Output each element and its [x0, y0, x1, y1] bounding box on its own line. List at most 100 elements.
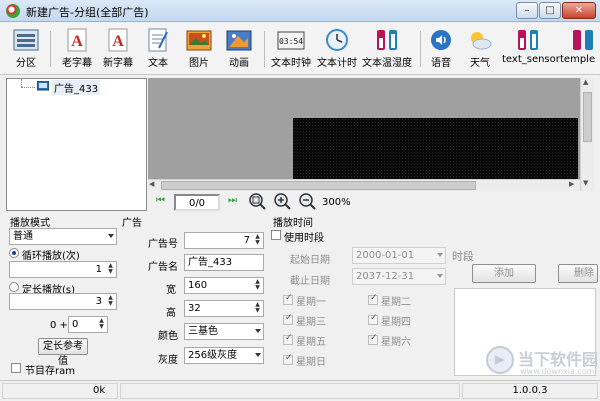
led-screen-preview [293, 118, 578, 179]
sunday-checkbox[interactable]: ✓ [283, 353, 293, 365]
start-date-label: 起始日期 [290, 255, 330, 266]
toolbar-text-sensor-button[interactable]: text_sensor [502, 25, 560, 73]
status-version: 1.0.0.3 [462, 383, 598, 399]
start-date-value: 2000-01-01 [356, 250, 415, 261]
maximize-button[interactable]: □ [539, 2, 561, 19]
toolbar-animation-button[interactable]: 动画 [220, 25, 258, 73]
thursday-checkbox[interactable]: ✓ [368, 313, 378, 325]
toolbar-partition-button[interactable]: 分区 [6, 25, 46, 73]
zoom-in-icon[interactable] [274, 193, 292, 214]
scroll-right-icon[interactable]: ▶ [569, 180, 574, 188]
play-mode-title: 播放模式 [10, 218, 50, 229]
color-select[interactable]: 三基色 [184, 323, 264, 340]
first-page-icon[interactable]: ⏮ [156, 195, 165, 206]
color-label: 颜色 [158, 331, 178, 342]
end-date-picker[interactable]: 2037-12-31 [352, 268, 446, 285]
chevron-down-icon [255, 329, 261, 333]
monday-checkbox[interactable]: ✓ [283, 293, 293, 305]
toolbar-picture-button[interactable]: 图片 [180, 25, 218, 73]
last-page-icon[interactable]: ⏭ [228, 195, 237, 206]
scroll-thumb[interactable] [583, 92, 592, 142]
toolbar-text-button[interactable]: 文本 [139, 25, 177, 73]
voice-icon [428, 28, 454, 52]
preview-vertical-scrollbar[interactable]: ▲ ▼ [580, 78, 594, 191]
loop-play-label: 循环播放(次) [22, 251, 80, 262]
use-period-checkbox[interactable] [271, 230, 281, 240]
toolbar-old-subtitle-button[interactable]: A 老字幕 [57, 25, 97, 73]
chevron-down-icon [437, 274, 443, 278]
scroll-left-icon[interactable]: ◀ [149, 180, 154, 188]
offset-stepper[interactable]: 0 ▲ ▼ [68, 316, 108, 333]
offset-value: 0 [72, 319, 79, 330]
spinner-arrows-icon[interactable]: ▲ ▼ [97, 318, 106, 331]
spinner-arrows-icon[interactable]: ▲ ▼ [253, 234, 262, 247]
spinner-arrows-icon[interactable]: ▲ ▼ [253, 302, 262, 315]
loop-count-stepper[interactable]: 1 ▲ ▼ [9, 261, 117, 278]
svg-text:A: A [71, 33, 83, 50]
spinner-arrows-icon[interactable]: ▲ ▼ [106, 295, 115, 308]
close-button[interactable]: ✕ [562, 2, 596, 19]
title-bar: 新建广告-分组(全部广告) – □ ✕ [0, 0, 600, 22]
app-logo-icon [6, 4, 20, 18]
fixed-duration-stepper[interactable]: 3 ▲ ▼ [9, 293, 117, 310]
add-period-button[interactable]: 添加 [472, 264, 536, 283]
tuesday-checkbox[interactable]: ✓ [368, 293, 378, 305]
toolbar-label: 新字幕 [103, 58, 133, 69]
spinner-arrows-icon[interactable]: ▲ ▼ [253, 279, 262, 292]
grayscale-select[interactable]: 256级灰度 [184, 347, 264, 364]
old-subtitle-icon: A [64, 28, 90, 52]
ad-name-input[interactable]: 广告_433 [184, 254, 264, 271]
thursday-label: 星期四 [381, 317, 411, 328]
checkmark-icon: ✓ [370, 313, 378, 323]
play-mode-select[interactable]: 普通 [9, 228, 117, 245]
friday-checkbox[interactable]: ✓ [283, 333, 293, 345]
toolbar-label: 语音 [431, 58, 451, 69]
toolbar-template-button[interactable]: temple [558, 25, 600, 73]
ad-number-stepper[interactable]: 7 ▲ ▼ [184, 232, 264, 249]
loop-play-radio[interactable] [9, 248, 19, 258]
toolbar-text-clock-button[interactable]: 03:54 文本时钟 [269, 25, 313, 73]
wednesday-checkbox[interactable]: ✓ [283, 313, 293, 325]
toolbar-text-temp-humidity-button[interactable]: 文本温湿度 [361, 25, 413, 73]
toolbar-voice-button[interactable]: 语音 [424, 25, 458, 73]
zoom-out-icon[interactable] [299, 193, 317, 214]
minimize-button[interactable]: – [516, 2, 538, 19]
toolbar-label: 动画 [229, 58, 249, 69]
sunday-label: 星期日 [296, 357, 326, 368]
toolbar-text-timer-button[interactable]: 文本计时 [315, 25, 359, 73]
checkmark-icon: ✓ [285, 333, 293, 343]
width-stepper[interactable]: 160 ▲ ▼ [184, 277, 264, 294]
preview-horizontal-scrollbar[interactable]: ◀ ▶ [148, 179, 580, 191]
period-label: 时段 [452, 250, 474, 263]
fixed-play-radio[interactable] [9, 282, 19, 292]
zoom-fit-icon[interactable] [249, 193, 267, 214]
toolbar-label: 老字幕 [62, 58, 92, 69]
scroll-thumb[interactable] [161, 181, 476, 190]
chevron-down-icon [437, 253, 443, 257]
grayscale-value: 256级灰度 [188, 350, 238, 361]
chevron-down-icon [108, 234, 114, 238]
new-subtitle-icon: A [105, 28, 131, 52]
window-title: 新建广告-分组(全部广告) [26, 6, 149, 19]
delete-period-button[interactable]: 删除 [558, 264, 598, 283]
spinner-arrows-icon[interactable]: ▲ ▼ [106, 263, 115, 276]
start-date-picker[interactable]: 2000-01-01 [352, 247, 446, 264]
scroll-up-icon[interactable]: ▲ [583, 78, 588, 86]
checkmark-icon: ✓ [285, 353, 293, 363]
toolbar-label: 图片 [189, 58, 209, 69]
schedule-title: 播放时间 [273, 218, 313, 229]
height-stepper[interactable]: 32 ▲ ▼ [184, 300, 264, 317]
save-ram-checkbox[interactable] [11, 363, 21, 373]
tree-node-ad[interactable]: 广告_433 [52, 80, 101, 95]
toolbar-weather-button[interactable]: 天气 [462, 25, 498, 73]
program-tree[interactable]: 广告_433 [6, 78, 147, 211]
chevron-down-icon [255, 353, 261, 357]
saturday-checkbox[interactable]: ✓ [368, 333, 378, 345]
loop-count-value: 1 [95, 264, 102, 275]
scroll-down-icon[interactable]: ▼ [583, 179, 588, 187]
fixed-reference-button[interactable]: 定长参考值 [38, 338, 88, 367]
toolbar-new-subtitle-button[interactable]: A 新字幕 [98, 25, 138, 73]
height-label: 高 [166, 308, 176, 319]
width-value: 160 [188, 280, 208, 291]
text-clock-icon: 03:54 [277, 28, 305, 52]
